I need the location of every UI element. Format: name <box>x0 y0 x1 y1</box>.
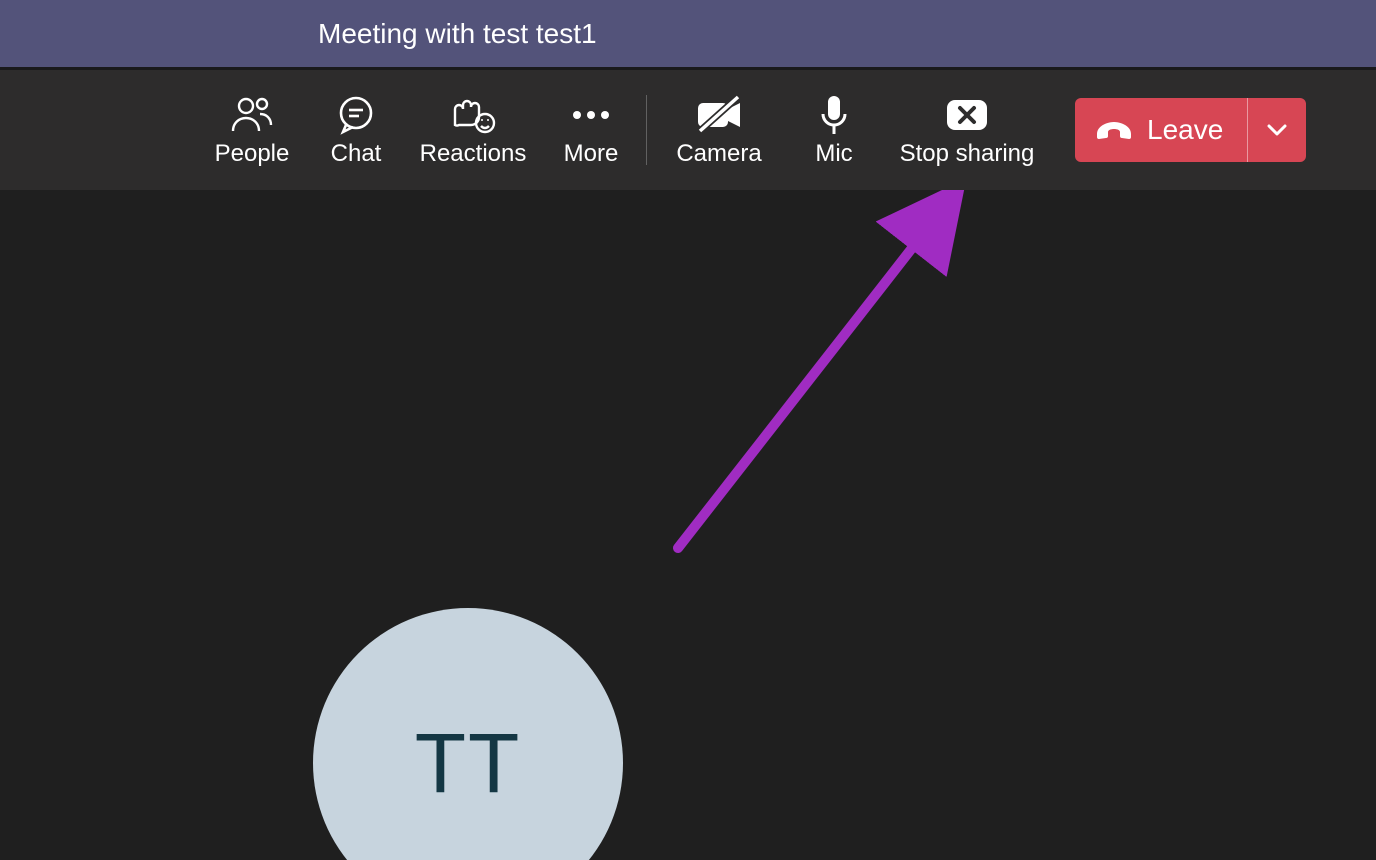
more-button[interactable]: More <box>538 70 644 190</box>
leave-button-group: Leave <box>1075 98 1306 162</box>
video-stage: TT <box>0 190 1376 857</box>
reactions-label: Reactions <box>420 140 527 168</box>
camera-off-icon <box>694 92 744 138</box>
leave-label: Leave <box>1147 114 1223 146</box>
annotation-arrow <box>0 190 1376 857</box>
mic-button[interactable]: Mic <box>781 70 887 190</box>
camera-label: Camera <box>676 140 761 168</box>
title-bar: Meeting with test test1 <box>0 0 1376 70</box>
chevron-down-icon <box>1266 123 1288 137</box>
stop-sharing-icon <box>945 92 989 138</box>
leave-button[interactable]: Leave <box>1075 98 1247 162</box>
stop-sharing-label: Stop sharing <box>900 140 1035 168</box>
meeting-toolbar: People Chat Reactions <box>0 70 1376 190</box>
reactions-button[interactable]: Reactions <box>408 70 538 190</box>
camera-button[interactable]: Camera <box>657 70 781 190</box>
reactions-icon <box>449 92 497 138</box>
more-label: More <box>564 140 619 168</box>
people-label: People <box>215 140 290 168</box>
mic-icon <box>819 92 849 138</box>
meeting-title: Meeting with test test1 <box>318 18 597 50</box>
mic-label: Mic <box>815 140 852 168</box>
chat-button[interactable]: Chat <box>304 70 408 190</box>
chat-icon <box>336 92 376 138</box>
chat-label: Chat <box>331 140 382 168</box>
people-button[interactable]: People <box>200 70 304 190</box>
avatar-initials: TT <box>415 715 522 812</box>
more-icon <box>571 92 611 138</box>
hangup-icon <box>1095 120 1133 140</box>
toolbar-divider <box>646 95 647 165</box>
people-icon <box>230 92 274 138</box>
leave-options-button[interactable] <box>1247 98 1306 162</box>
stop-sharing-button[interactable]: Stop sharing <box>887 70 1047 190</box>
participant-avatar: TT <box>313 608 623 860</box>
